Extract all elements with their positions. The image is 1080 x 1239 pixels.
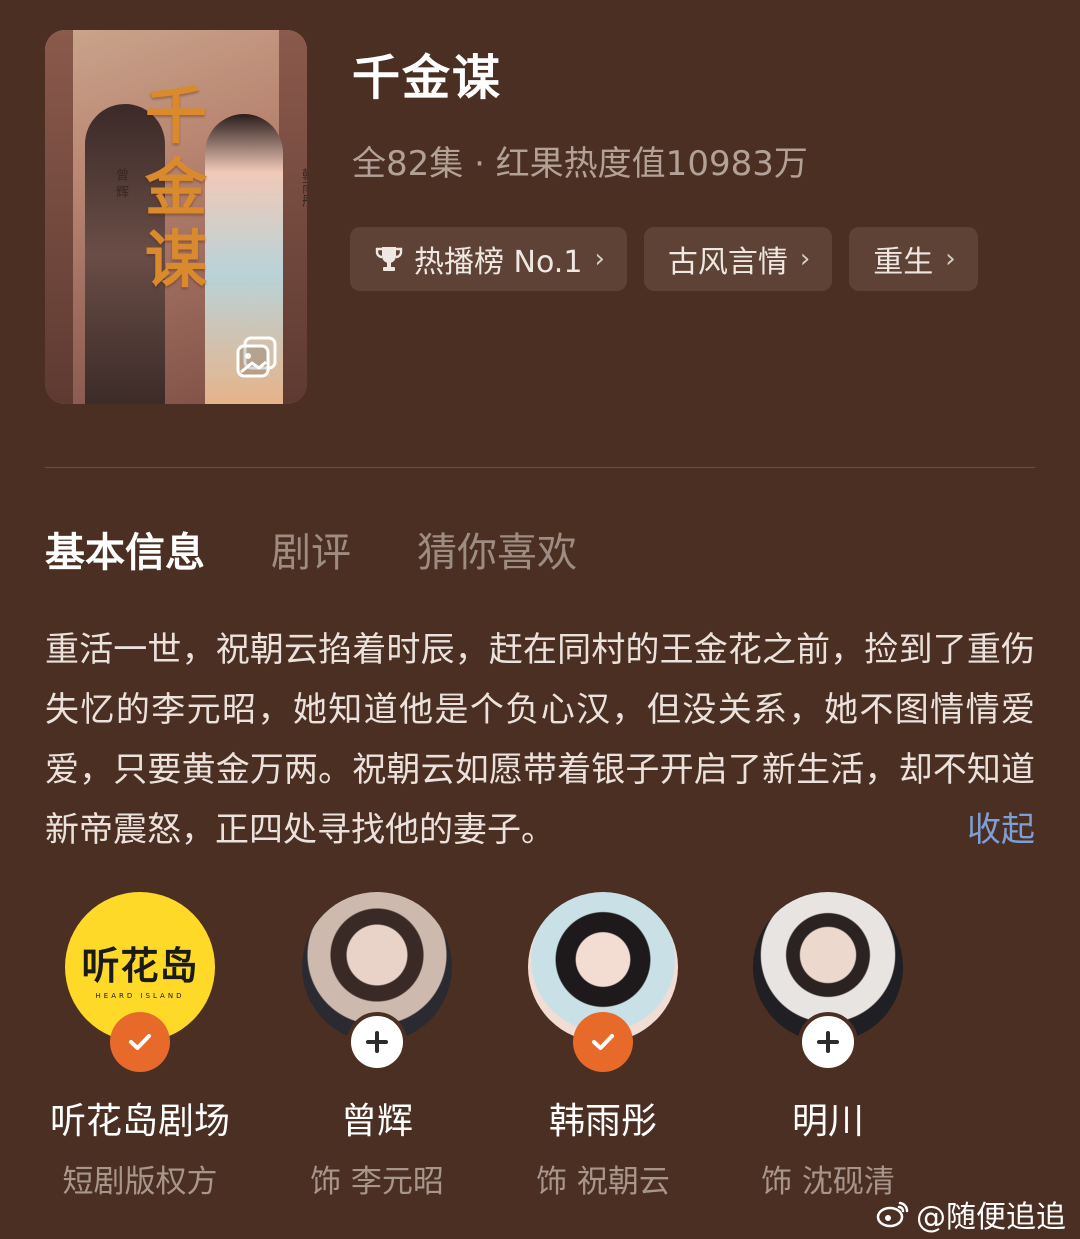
chevron-right-icon: › [945, 244, 956, 274]
studio-logo-sub: HEARD ISLAND [95, 991, 185, 1000]
tag-theme[interactable]: 重生 › [849, 227, 978, 291]
poster-panel-left [45, 30, 73, 404]
poster-panel-right [279, 30, 307, 404]
studio-logo-text: 听花岛 [81, 943, 199, 988]
poster-credit-left: 曾 辉 [113, 168, 128, 199]
tag-row: 热播榜 No.1 › 古风言情 › 重生 › [350, 227, 978, 291]
cast-role: 饰 祝朝云 [536, 1164, 670, 1200]
followed-badge[interactable] [110, 1012, 170, 1072]
tab-basic-info[interactable]: 基本信息 [45, 520, 205, 578]
cast-name: 听花岛剧场 [49, 1101, 230, 1142]
cast-role: 饰 李元昭 [310, 1164, 444, 1200]
cast-name: 明川 [791, 1101, 864, 1142]
cast-name: 韩雨彤 [548, 1101, 657, 1142]
tag-label: 古风言情 [667, 245, 788, 280]
chevron-right-icon: › [594, 244, 605, 274]
plus-icon [817, 1031, 839, 1053]
collapse-link[interactable]: 收起 [967, 800, 1035, 860]
tab-recommendations[interactable]: 猜你喜欢 [417, 520, 577, 578]
tab-bar: 基本信息 剧评 猜你喜欢 [45, 520, 577, 578]
section-divider [45, 467, 1035, 468]
plus-icon [366, 1031, 388, 1053]
episode-heat-meta: 全82集 · 红果热度值10983万 [352, 144, 808, 184]
add-follow-button[interactable] [798, 1012, 858, 1072]
tag-label: 重生 [873, 245, 934, 280]
tab-reviews[interactable]: 剧评 [271, 520, 351, 578]
trophy-icon [375, 247, 403, 271]
cast-list: 听花岛 HEARD ISLAND 听花岛剧场 短剧版权方 曾辉 饰 李元昭 韩雨… [0, 892, 1080, 1202]
synopsis-text: 重活一世，祝朝云掐着时辰，赶在同村的王金花之前，捡到了重伤失忆的李元昭，她知道他… [45, 630, 1035, 850]
poster-credit-right: 韩雨彤 [299, 168, 307, 207]
followed-badge[interactable] [573, 1012, 633, 1072]
weibo-icon [876, 1201, 909, 1228]
check-icon [592, 1034, 614, 1050]
gallery-icon[interactable] [235, 336, 279, 378]
tag-genre[interactable]: 古风言情 › [643, 227, 833, 291]
chevron-right-icon: › [799, 244, 811, 274]
cast-name: 曾辉 [340, 1101, 413, 1142]
watermark: @随便追追 [876, 1192, 1066, 1236]
show-title: 千金谋 [352, 50, 503, 106]
tag-label: 热播榜 No.1 [414, 245, 583, 280]
add-follow-button[interactable] [347, 1012, 407, 1072]
watermark-text: @随便追追 [916, 1200, 1066, 1235]
cast-role: 短剧版权方 [62, 1164, 218, 1200]
poster-title-art: 千金谋 [144, 79, 207, 296]
check-icon [129, 1034, 151, 1050]
tag-hot-rank[interactable]: 热播榜 No.1 › [350, 227, 627, 291]
synopsis: 重活一世，祝朝云掐着时辰，赶在同村的王金花之前，捡到了重伤失忆的李元昭，她知道他… [45, 620, 1035, 860]
